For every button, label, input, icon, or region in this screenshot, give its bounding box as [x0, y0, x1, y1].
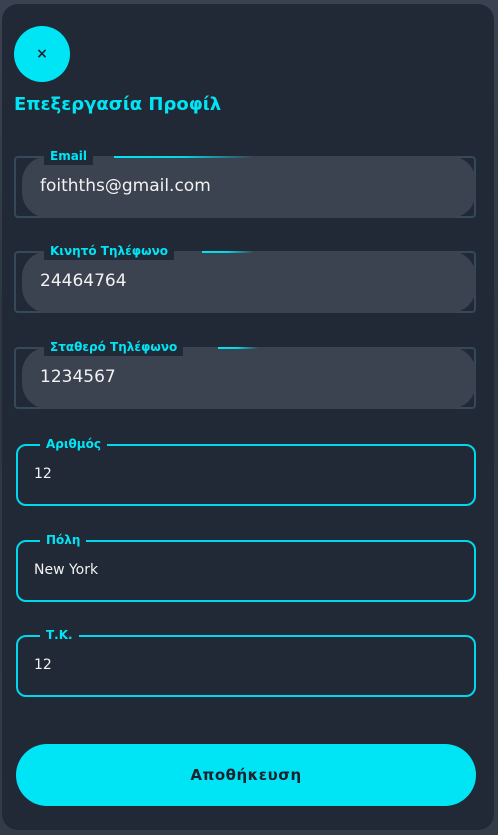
- city-field-label: Πόλη: [40, 531, 87, 549]
- mobile-phone-field-label: Κινητό Τηλέφωνο: [44, 242, 175, 260]
- landline-phone-field-label: Σταθερό Τηλέφωνο: [44, 338, 184, 356]
- close-icon: ×: [36, 46, 48, 62]
- mobile-phone-field[interactable]: Κινητό Τηλέφωνο 24464764: [14, 242, 476, 313]
- street-number-field[interactable]: Αριθμός 12: [16, 435, 476, 506]
- email-field-label: Email: [44, 147, 94, 165]
- city-field[interactable]: Πόλη New York: [16, 531, 476, 602]
- dialog-title: Επεξεργασία Προφίλ: [14, 94, 222, 115]
- postal-code-field-value[interactable]: 12: [34, 657, 52, 673]
- street-number-field-value[interactable]: 12: [34, 466, 52, 482]
- street-number-field-label: Αριθμός: [40, 435, 107, 453]
- landline-phone-field-value[interactable]: 1234567: [40, 367, 116, 387]
- landline-phone-field[interactable]: Σταθερό Τηλέφωνο 1234567: [14, 338, 476, 409]
- mobile-phone-field-glow: [202, 251, 254, 253]
- postal-code-field-label: Τ.Κ.: [40, 626, 79, 644]
- close-button[interactable]: ×: [14, 26, 70, 82]
- email-field-glow: [114, 156, 254, 158]
- edit-profile-dialog: × Επεξεργασία Προφίλ Email foithths@gmai…: [2, 4, 494, 830]
- mobile-phone-field-value[interactable]: 24464764: [40, 271, 127, 291]
- postal-code-field[interactable]: Τ.Κ. 12: [16, 626, 476, 697]
- city-field-value[interactable]: New York: [34, 562, 98, 578]
- save-button[interactable]: Αποθήκευση: [16, 744, 476, 806]
- email-field[interactable]: Email foithths@gmail.com: [14, 147, 476, 218]
- email-field-value[interactable]: foithths@gmail.com: [40, 176, 211, 196]
- landline-phone-field-glow: [218, 347, 258, 349]
